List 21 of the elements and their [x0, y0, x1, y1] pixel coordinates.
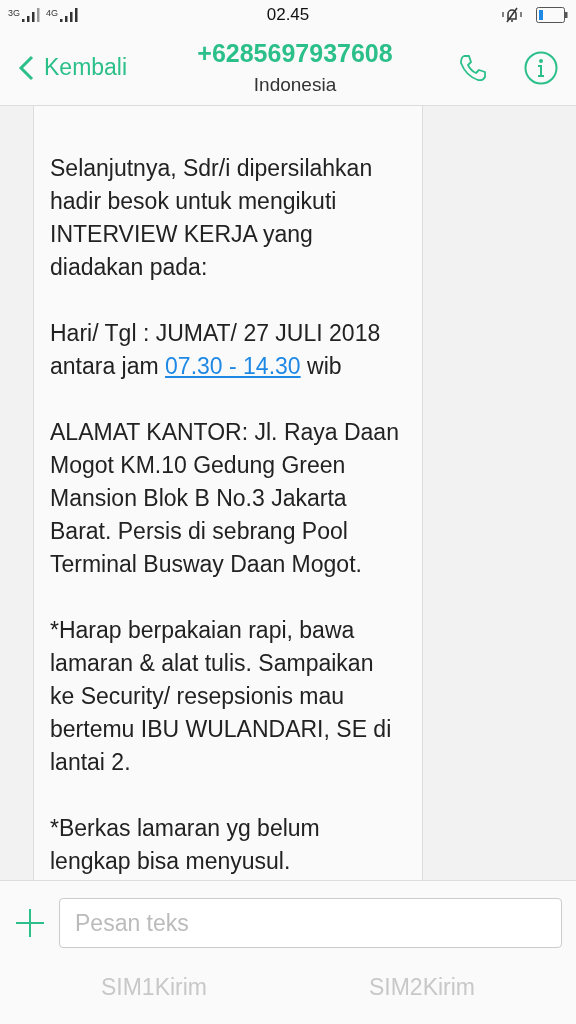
phone-icon[interactable]	[458, 52, 488, 83]
contact-country: Indonesia	[253, 74, 337, 96]
message-paragraph: *Harap berpakaian rapi, bawa lamaran & alat tulis. Sampaikan ke Security/ resepsionis mau bertemu IBU WULANDARI, SE di lantai 2.	[50, 616, 393, 777]
signal-icon	[60, 8, 79, 22]
contact-number: +6285697937608	[197, 39, 393, 68]
network-label: 3G	[8, 8, 20, 18]
clock-time: 02.45	[265, 5, 311, 25]
time-link[interactable]: 07.30 - 14.30	[165, 353, 301, 379]
muted-bell-icon	[502, 6, 522, 24]
battery-icon	[536, 7, 568, 23]
add-icon[interactable]	[15, 908, 45, 938]
info-icon[interactable]	[524, 50, 558, 85]
message-input[interactable]: Pesan teks	[59, 898, 562, 948]
message-paragraph: *Berkas lamaran yg belum lengkap bisa menyusul.	[50, 814, 321, 876]
back-button[interactable]: Kembali	[18, 54, 168, 81]
message-paragraph: Hari/ Tgl : JUMAT/ 27 JULI 2018 antara jam 07.30 - 14.30 wib	[50, 319, 382, 381]
signal-icon	[22, 8, 40, 22]
network-label: 4G	[46, 8, 59, 18]
chevron-left-icon[interactable]	[18, 54, 34, 81]
message-paragraph: ALAMAT KANTOR: Jl. Raya Daan Mogot KM.10 Gedung Green Mansion Blok B No.3 Jakarta Barat. Persis di sebrang Pool Terminal Busway Daan Mogot.	[50, 418, 400, 579]
message-paragraph: Selanjutnya, Sdr/i dipersilahkan hadir besok untuk mengikuti INTERVIEW KERJA yang diadakan pada:	[50, 154, 374, 282]
